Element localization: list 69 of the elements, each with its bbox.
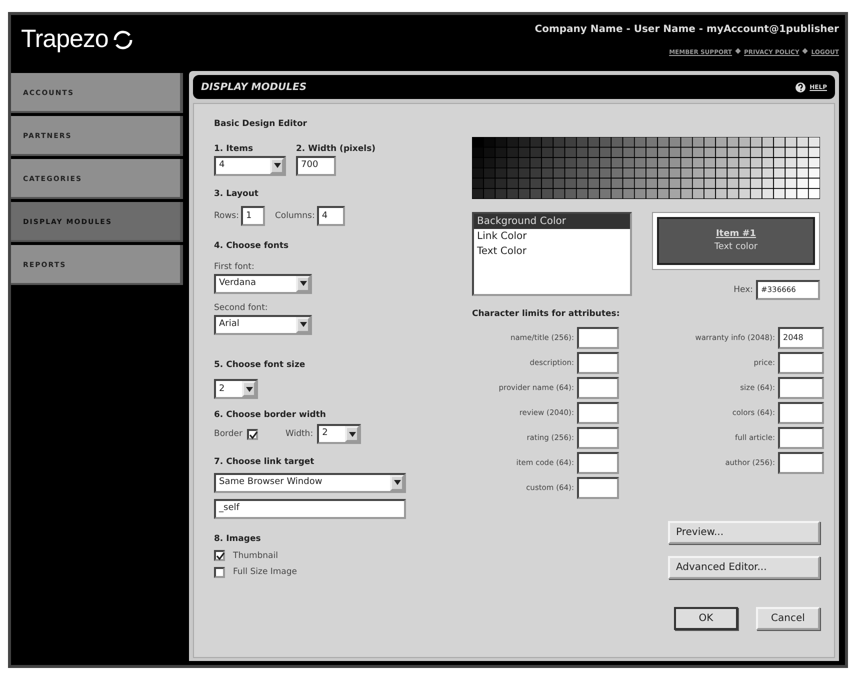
input-field[interactable] (577, 376, 619, 399)
checkbox[interactable] (214, 550, 225, 562)
field-label: Second font: (214, 302, 269, 314)
section-heading: 7. Choose link target (214, 456, 316, 469)
list-option[interactable]: Link Color (474, 229, 630, 244)
input-field[interactable] (577, 326, 619, 349)
color-list[interactable]: Background Color Link Color Text Color (472, 212, 632, 296)
dropdown[interactable]: Arial (214, 314, 312, 334)
section-heading: 2. Width (pixels) (296, 142, 376, 156)
input-field[interactable]: 1 (240, 206, 265, 226)
field-label: Rows: (214, 210, 239, 223)
section-heading: 8. Images (214, 532, 262, 546)
input-field[interactable] (577, 352, 619, 374)
input-field[interactable]: 700 (296, 156, 336, 176)
checkbox[interactable] (246, 428, 258, 440)
caret-icon[interactable] (394, 480, 400, 486)
preview-button[interactable]: Preview... (668, 520, 820, 544)
list-option[interactable]: Text Color (474, 244, 630, 259)
caret-icon[interactable] (300, 322, 306, 327)
section-heading: Basic Design Editor (214, 118, 308, 131)
section-heading: 6. Choose border width (214, 409, 327, 422)
input-field[interactable] (577, 402, 619, 424)
input-field[interactable] (577, 452, 619, 474)
preview-text: Text color (714, 241, 758, 254)
checkbox[interactable] (214, 567, 225, 578)
input-field[interactable]: 4 (316, 206, 345, 226)
dropdown[interactable]: 4 (214, 156, 286, 176)
section-heading: Character limits for attributes: (472, 308, 621, 321)
input-field[interactable] (577, 476, 619, 499)
separator-icon (735, 48, 741, 54)
input-field[interactable] (778, 426, 824, 449)
section-heading: 3. Layout (214, 188, 260, 200)
section-heading: 5. Choose font size (214, 358, 306, 372)
input-field[interactable]: 2048 (778, 326, 824, 349)
section-heading: 4. Choose fonts (214, 240, 290, 253)
field-label: First font: (214, 261, 256, 274)
input-field[interactable] (778, 376, 824, 399)
logo-icon (112, 29, 134, 51)
input-field[interactable] (577, 426, 619, 449)
input-field[interactable] (778, 452, 824, 474)
advanced-editor-button[interactable]: Advanced Editor... (668, 556, 820, 579)
list-option[interactable]: Background Color (474, 214, 630, 229)
field-label: Border (214, 428, 242, 440)
input-field[interactable]: _self (214, 498, 406, 519)
checkbox-label: Full Size Image (233, 566, 298, 579)
dropdown[interactable]: Verdana (214, 274, 312, 294)
dropdown[interactable]: Same Browser Window (214, 472, 406, 493)
field-label: Hex: (734, 284, 753, 296)
separator-icon (802, 48, 808, 54)
cancel-button[interactable]: Cancel (756, 606, 820, 630)
field-label: Width: (286, 428, 314, 440)
ok-button[interactable]: OK (674, 606, 738, 630)
field-label: Columns: (274, 210, 315, 223)
caret-icon[interactable] (274, 163, 280, 168)
panel-title: DISPLAY MODULES (201, 80, 307, 94)
account-text: Company Name - User Name - myAccount@1publisher (534, 23, 839, 37)
section-heading: 1. Items (214, 142, 254, 156)
input-field[interactable] (778, 352, 824, 374)
caret-icon[interactable] (300, 281, 306, 286)
preview-title: Item #1 (716, 228, 756, 240)
caret-icon[interactable] (246, 386, 252, 392)
help-icon[interactable] (794, 82, 806, 92)
logo-text: Trapezo (21, 24, 108, 55)
dropdown[interactable]: 2 (214, 379, 258, 400)
color-grid[interactable] (472, 137, 820, 199)
checkbox-label: Thumbnail (233, 550, 278, 562)
input-field[interactable] (778, 402, 824, 424)
caret-icon[interactable] (348, 432, 356, 436)
dropdown[interactable]: 2 (317, 424, 362, 444)
